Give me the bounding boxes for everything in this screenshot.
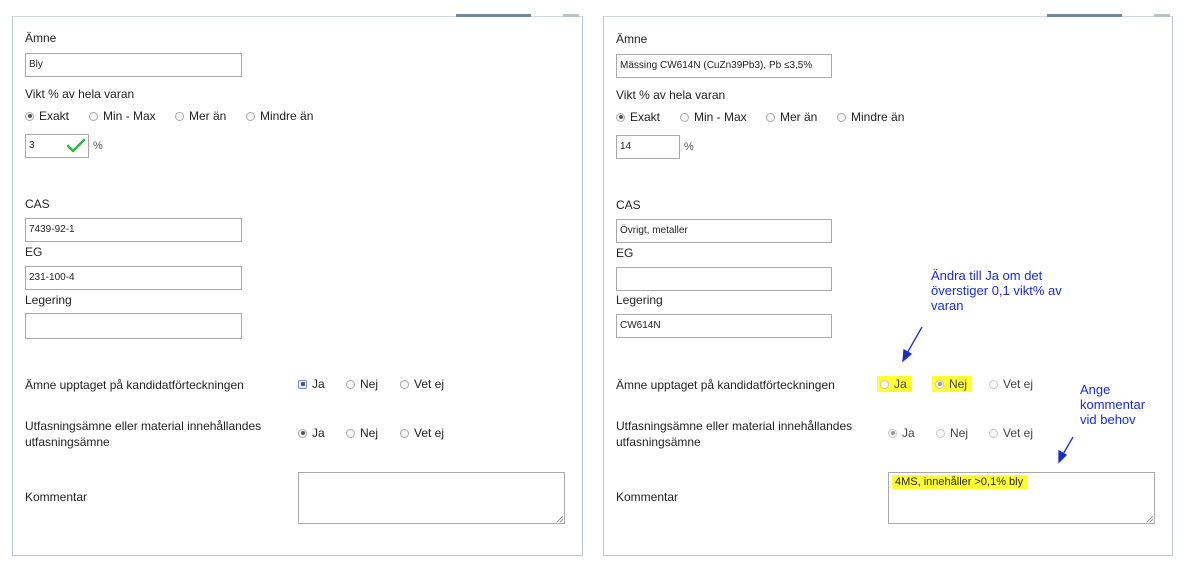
arrow-icon — [902, 326, 923, 363]
arrow-icon — [1058, 436, 1074, 464]
annotation-arrows — [902, 326, 1074, 464]
